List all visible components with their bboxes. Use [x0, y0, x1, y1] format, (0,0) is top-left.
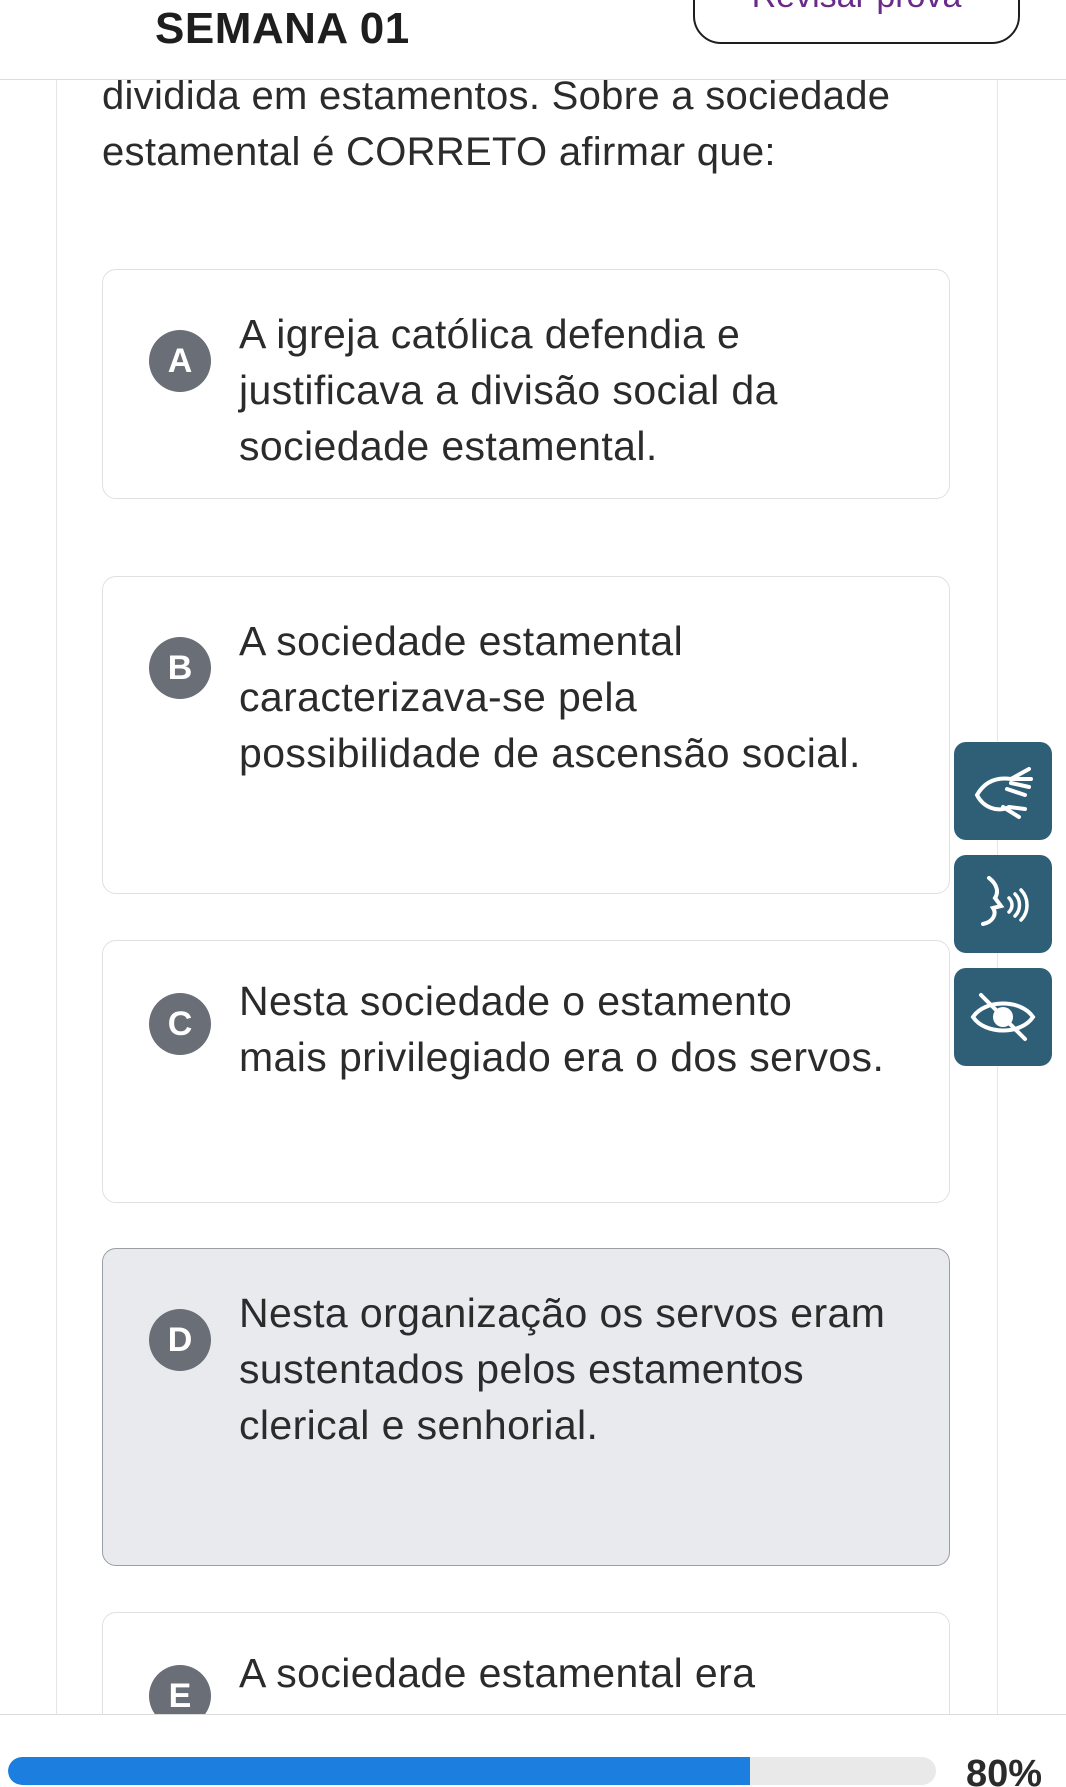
option-text: A sociedade estamental era	[239, 1650, 756, 1696]
progress-percent: 80%	[965, 1753, 1042, 1787]
option-c[interactable]: C Nesta sociedade o estamento mais privi…	[102, 940, 950, 1203]
review-exam-button[interactable]: Revisar prova	[693, 0, 1020, 44]
question-text: dividida em estamentos. Sobre a sociedad…	[102, 80, 891, 174]
option-letter: A	[149, 330, 211, 392]
option-b[interactable]: B A sociedade estamental caracterizava-s…	[102, 576, 950, 894]
progress-bar	[8, 1757, 936, 1785]
page-title: SEMANA 01	[155, 4, 410, 53]
question-panel: dividida em estamentos. Sobre a sociedad…	[56, 80, 998, 1714]
sign-language-icon	[975, 767, 1033, 819]
sign-language-button[interactable]	[954, 742, 1052, 840]
option-letter: B	[149, 637, 211, 699]
option-letter: D	[149, 1309, 211, 1371]
progress-footer: 80%	[0, 1714, 1066, 1787]
option-text: Nesta organização os servos eram sustent…	[239, 1290, 886, 1448]
option-text: A igreja católica defendia e justificava…	[239, 311, 778, 469]
text-to-speech-icon	[981, 876, 1029, 926]
option-e[interactable]: E A sociedade estamental era	[102, 1612, 950, 1714]
progress-fill	[8, 1757, 751, 1785]
back-arrow-icon[interactable]	[36, 0, 96, 18]
option-d[interactable]: D Nesta organização os servos eram suste…	[102, 1248, 950, 1566]
high-contrast-button[interactable]	[954, 968, 1052, 1066]
text-to-speech-button[interactable]	[954, 855, 1052, 953]
option-a[interactable]: A A igreja católica defendia e justifica…	[102, 269, 950, 499]
high-contrast-icon	[970, 993, 1036, 1041]
top-bar: SEMANA 01 Revisar prova	[0, 0, 1066, 80]
option-text: Nesta sociedade o estamento mais privile…	[239, 978, 885, 1080]
option-letter: E	[149, 1665, 211, 1714]
option-letter: C	[149, 993, 211, 1055]
option-text: A sociedade estamental caracterizava-se …	[239, 618, 861, 776]
